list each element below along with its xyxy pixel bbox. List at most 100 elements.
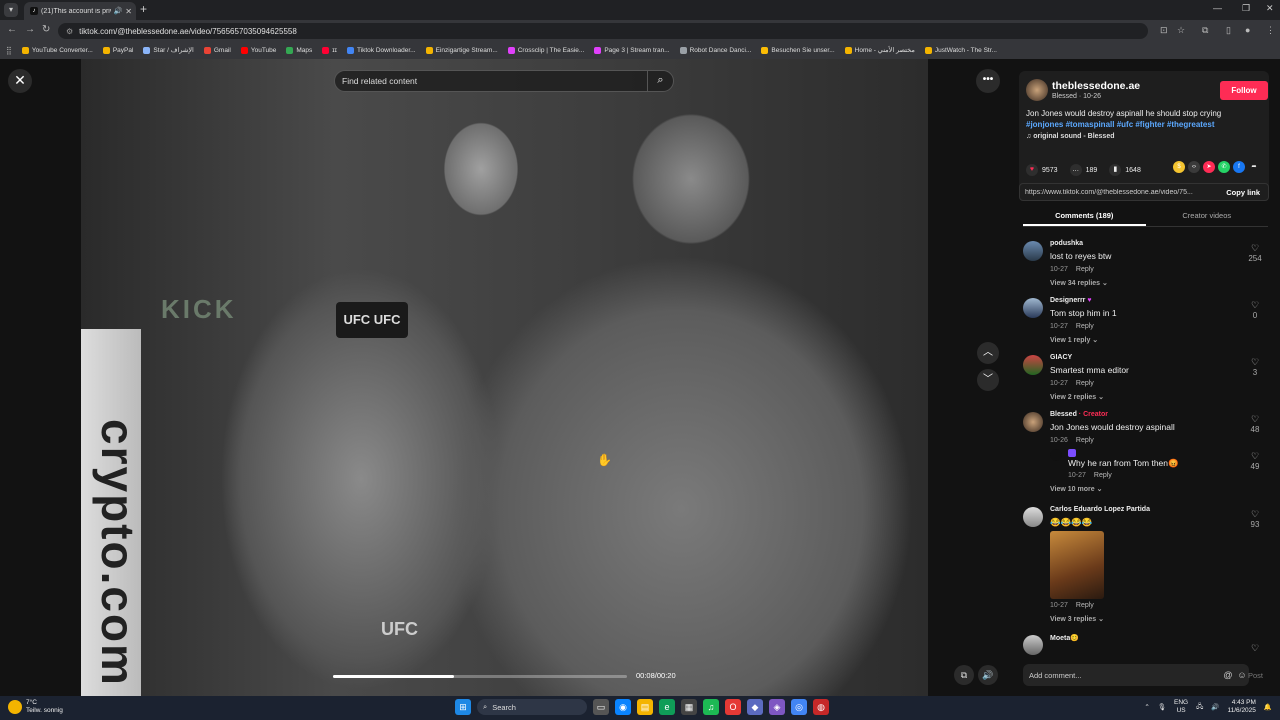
facebook-icon[interactable]: f (1233, 161, 1245, 173)
sidebar-icon[interactable]: ▯ (1226, 25, 1231, 36)
post-sound[interactable]: ♫ original sound - Blessed (1026, 133, 1115, 140)
comment-like[interactable]: ♡ 48 (1245, 414, 1265, 434)
commenter-avatar[interactable] (1023, 507, 1043, 527)
comment-like[interactable]: ♡ (1245, 643, 1265, 654)
commenter-avatar[interactable] (1023, 241, 1043, 261)
coin-icon[interactable]: $ (1173, 161, 1185, 173)
creator-username[interactable]: theblessedone.ae (1052, 80, 1140, 92)
close-video-button[interactable]: ✕ (8, 69, 32, 93)
commenter-name[interactable]: Designerrr ♥ (1050, 297, 1092, 304)
view-replies-button[interactable]: View 2 replies ⌄ (1050, 393, 1104, 401)
search-icon[interactable]: ⌕ (647, 70, 673, 92)
comment-input[interactable]: Add comment... @ ☺ (1023, 664, 1249, 686)
bookmark-6[interactable]: ɪɪ (322, 46, 337, 54)
video-link[interactable]: https://www.tiktok.com/@theblessedone.ae… (1025, 189, 1218, 196)
close-tab-icon[interactable]: ✕ (125, 7, 132, 16)
notification-icon[interactable]: 🔔 (1264, 703, 1272, 711)
volume-icon[interactable]: 🔊 (1211, 703, 1219, 711)
taskbar-search[interactable]: ⌕ Search (477, 699, 587, 715)
weather-widget[interactable]: 7°C Teilw. sonnig (8, 699, 63, 715)
tab-search-button[interactable]: ▾ (4, 3, 18, 17)
start-icon[interactable]: ⊞ (455, 699, 471, 715)
reply-button[interactable]: Reply (1076, 437, 1094, 444)
tab-comments[interactable]: Comments (189) (1023, 207, 1146, 226)
bookmark-star-icon[interactable]: ☆ (1177, 25, 1185, 36)
reload-icon[interactable]: ↻ (42, 24, 50, 35)
copy-link-button[interactable]: Copy link (1218, 188, 1268, 197)
view-more-replies-button[interactable]: View 10 more ⌄ (1050, 485, 1102, 493)
task-view-icon[interactable]: ▭ (593, 699, 609, 715)
commenter-name[interactable]: Blessed · Creator (1050, 411, 1108, 418)
speaker-icon[interactable]: 🔊 (114, 7, 123, 15)
reply-button[interactable]: Reply (1076, 323, 1094, 330)
comment-image[interactable] (1050, 531, 1104, 599)
microphone-icon[interactable]: 🎙 (1158, 703, 1166, 711)
bookmark-7[interactable]: Tiktok Downloader... (346, 46, 416, 54)
emoji-icon[interactable]: ☺ (1235, 670, 1249, 680)
address-bar[interactable]: ⚙ tiktok.com/@theblessedone.ae/video/756… (58, 23, 1148, 39)
bookmark-9[interactable]: Crossclip | The Easie... (507, 46, 584, 54)
save-stat[interactable]: ▮ 1648 (1109, 164, 1141, 176)
view-replies-button[interactable]: View 3 replies ⌄ (1050, 615, 1104, 623)
creator-avatar[interactable] (1026, 79, 1048, 101)
pip-icon[interactable]: ⧉ (954, 665, 974, 685)
embed-icon[interactable]: ‹› (1188, 161, 1200, 173)
comment-like[interactable]: ♡ 49 (1245, 451, 1265, 471)
reply-button[interactable]: Reply (1076, 266, 1094, 273)
comment-stat[interactable]: … 189 (1069, 164, 1097, 176)
reply-button[interactable]: Reply (1076, 602, 1094, 609)
related-search-bar[interactable]: Find related content ⌕ (334, 70, 674, 92)
bookmark-14[interactable]: JustWatch - The Str... (924, 46, 997, 54)
send-icon[interactable]: ➤ (1203, 161, 1215, 173)
like-stat[interactable]: ♥ 9573 (1026, 164, 1058, 176)
commenter-avatar[interactable] (1023, 635, 1043, 655)
view-replies-button[interactable]: View 1 reply ⌄ (1050, 336, 1098, 344)
more-options-button[interactable]: ••• (976, 69, 1000, 93)
site-info-icon[interactable]: ⚙ (66, 27, 73, 36)
commenter-name[interactable]: Moeta😊 (1050, 634, 1079, 642)
bookmark-12[interactable]: Besuchen Sie unser... (761, 46, 835, 54)
commenter-avatar[interactable] (1023, 412, 1043, 432)
comment-like[interactable]: ♡ 3 (1245, 357, 1265, 377)
commenter-avatar[interactable] (1023, 355, 1043, 375)
comment-like[interactable]: ♡ 254 (1245, 243, 1265, 263)
spotify-icon[interactable]: ♫ (703, 699, 719, 715)
network-icon[interactable]: 🖧 (1196, 702, 1203, 713)
bookmark-8[interactable]: Einzigartige Stream... (425, 46, 498, 54)
next-video-button[interactable]: ﹀ (977, 369, 999, 391)
forward-icon[interactable]: → (25, 24, 35, 35)
commenter-name[interactable]: Carlos Eduardo Lopez Partida (1050, 506, 1150, 513)
discord-icon[interactable]: ◆ (747, 699, 763, 715)
tab-creator-videos[interactable]: Creator videos (1146, 207, 1269, 226)
tray-overflow-icon[interactable]: ⌃ (1144, 703, 1149, 711)
app-icon[interactable]: ◈ (769, 699, 785, 715)
reply-button[interactable]: Reply (1076, 380, 1094, 387)
video-progress-bar[interactable] (333, 675, 627, 678)
replier-avatar[interactable] (1050, 449, 1062, 461)
store-icon[interactable]: ▦ (681, 699, 697, 715)
bookmark-10[interactable]: Page 3 | Stream tran... (594, 46, 670, 54)
bookmark-11[interactable]: Robot Dance Danci... (679, 46, 751, 54)
bookmark-3[interactable]: Gmail (203, 46, 231, 54)
profile-avatar[interactable]: ● (1245, 25, 1250, 35)
extensions-icon[interactable]: ⧉ (1202, 25, 1208, 36)
language-indicator[interactable]: ENG US (1174, 699, 1188, 715)
mention-icon[interactable]: @ (1221, 670, 1235, 680)
post-hashtags[interactable]: #jonjones #tomaspinall #ufc #fighter #th… (1026, 119, 1266, 130)
bookmark-0[interactable]: YouTube Converter... (21, 46, 93, 54)
new-tab-button[interactable]: + (140, 2, 147, 16)
bookmark-2[interactable]: Star / الإشراف (143, 46, 194, 54)
copilot-icon[interactable]: ◉ (615, 699, 631, 715)
previous-video-button[interactable]: ︿ (977, 342, 999, 364)
commenter-name[interactable]: podushka (1050, 240, 1083, 247)
browser-tab[interactable]: ♪ (21)This account is private. 🔊 ✕ (24, 2, 136, 20)
view-replies-button[interactable]: View 34 replies ⌄ (1050, 279, 1108, 287)
bookmark-1[interactable]: PayPal (102, 46, 133, 54)
opera-icon[interactable]: O (725, 699, 741, 715)
minimize-icon[interactable]: — (1213, 3, 1222, 13)
edge-icon[interactable]: e (659, 699, 675, 715)
volume-icon[interactable]: 🔊 (978, 665, 998, 685)
whatsapp-icon[interactable]: ✆ (1218, 161, 1230, 173)
maximize-icon[interactable]: ❐ (1242, 3, 1250, 14)
chrome-icon[interactable]: ◎ (791, 699, 807, 715)
